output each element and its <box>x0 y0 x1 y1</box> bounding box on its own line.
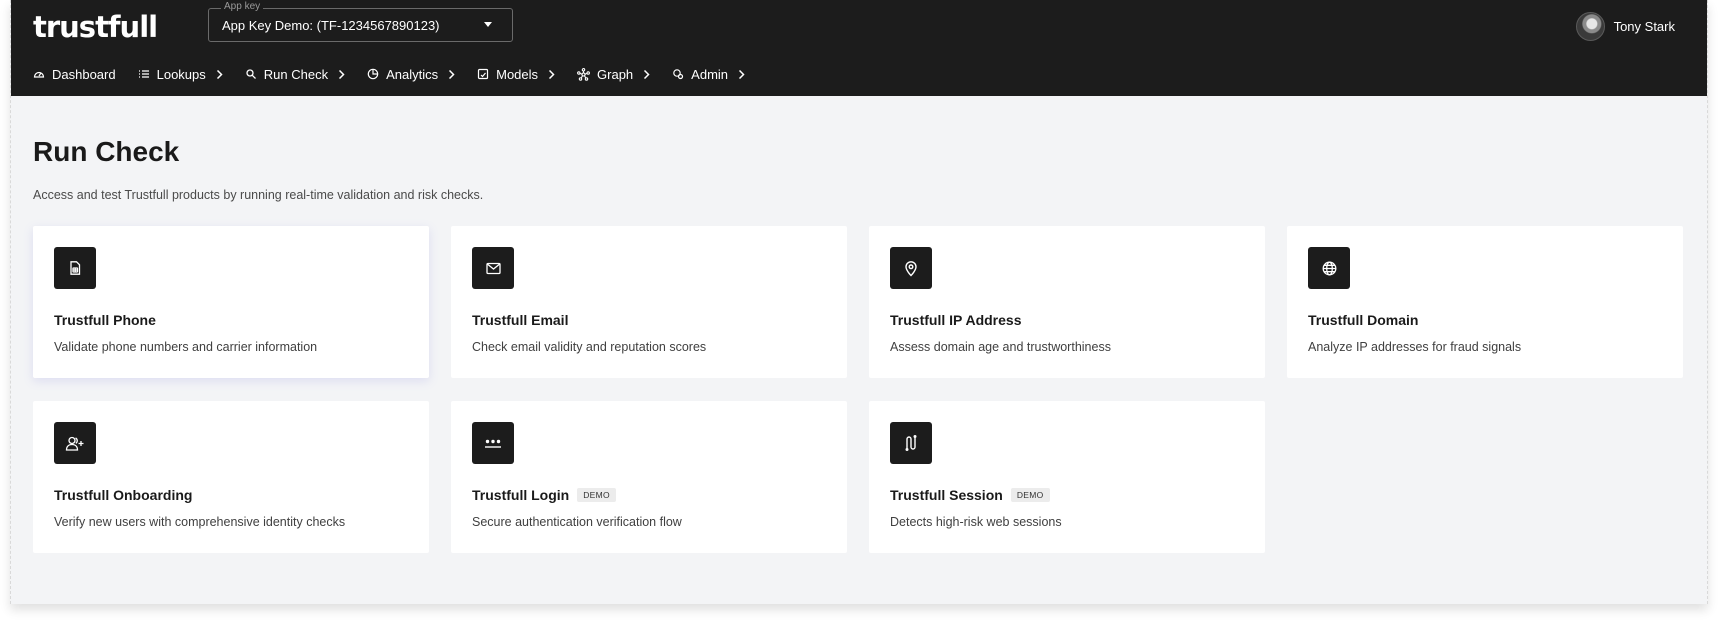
card-icon-tile <box>472 422 514 464</box>
card-title: Trustfull Session DEMO <box>890 487 1050 503</box>
card-title-text: Trustfull Phone <box>54 312 156 328</box>
page-subtitle: Access and test Trustfull products by ru… <box>33 188 484 202</box>
card-icon-tile <box>890 422 932 464</box>
search-icon <box>246 69 256 79</box>
card-description: Validate phone numbers and carrier infor… <box>54 340 318 354</box>
gauge-icon <box>33 71 45 78</box>
brand-logo[interactable]: trustfull <box>33 10 158 44</box>
nav-label: Models <box>496 66 539 82</box>
user-menu[interactable]: Tony Stark <box>1575 11 1675 41</box>
model-icon <box>478 68 489 80</box>
chevron-right-icon <box>739 69 745 79</box>
card-title-text: Trustfull Onboarding <box>54 487 193 503</box>
admin-icon <box>673 69 684 80</box>
card-trustfull-phone[interactable]: Trustfull Phone Validate phone numbers a… <box>33 226 429 378</box>
demo-badge: DEMO <box>577 488 616 502</box>
nav-item-dashboard[interactable]: Dashboard <box>33 67 116 82</box>
chevron-right-icon <box>339 69 345 79</box>
card-title-text: Trustfull Session <box>890 487 1003 503</box>
app-key-label: App key <box>221 1 264 13</box>
nav-item-lookups[interactable]: Lookups <box>138 67 223 82</box>
graph-icon <box>577 67 590 81</box>
card-description: Assess domain age and trustworthiness <box>890 340 1111 354</box>
card-title-text: Trustfull Domain <box>1308 312 1419 328</box>
nav-label: Lookups <box>156 66 206 82</box>
envelope-icon <box>485 262 501 274</box>
card-title: Trustfull Onboarding <box>54 487 192 503</box>
card-title: Trustfull Email <box>472 312 568 328</box>
card-icon-tile <box>472 247 514 289</box>
map-pin-icon <box>905 260 917 276</box>
chevron-right-icon <box>549 69 555 79</box>
globe-icon <box>1322 261 1336 275</box>
card-description: Secure authentication verification flow <box>472 515 682 529</box>
sim-card-icon <box>70 261 81 275</box>
top-bar: trustfull App key App Key Demo: (TF-1234… <box>11 0 1707 96</box>
card-icon-tile <box>1308 247 1350 289</box>
nav-item-graph[interactable]: Graph <box>577 67 650 82</box>
chevron-right-icon <box>449 69 455 79</box>
card-title-text: Trustfull Email <box>472 312 569 328</box>
card-description: Check email validity and reputation scor… <box>472 340 707 354</box>
chevron-right-icon <box>216 69 223 79</box>
card-description: Analyze IP addresses for fraud signals <box>1308 340 1522 354</box>
nav-item-analytics[interactable]: Analytics <box>367 67 455 82</box>
caret-down-icon <box>484 22 492 27</box>
nav-item-run-check[interactable]: Run Check <box>245 67 345 82</box>
user-plus-icon <box>65 436 84 451</box>
nav-label: Admin <box>691 66 729 82</box>
nav-label: Run Check <box>263 66 329 82</box>
user-name: Tony Stark <box>1613 18 1675 34</box>
app-window: trustfull App key App Key Demo: (TF-1234… <box>10 0 1708 604</box>
card-title: Trustfull Login DEMO <box>472 487 616 503</box>
card-trustfull-ip-address[interactable]: Trustfull IP Address Assess domain age a… <box>869 226 1265 378</box>
card-icon-tile <box>890 247 932 289</box>
card-trustfull-login[interactable]: Trustfull Login DEMO Secure authenticati… <box>451 401 847 553</box>
nav-item-models[interactable]: Models <box>477 67 555 82</box>
card-trustfull-domain[interactable]: Trustfull Domain Analyze IP addresses fo… <box>1287 226 1683 378</box>
main-nav: Dashboard Lookups Run Check Analytics Mo… <box>33 66 767 82</box>
app-key-select[interactable]: App key App Key Demo: (TF-1234567890123) <box>208 1 513 42</box>
card-description: Verify new users with comprehensive iden… <box>54 515 346 529</box>
card-title-text: Trustfull Login <box>472 487 570 503</box>
card-icon-tile <box>54 247 96 289</box>
card-title-text: Trustfull IP Address <box>890 312 1022 328</box>
card-trustfull-email[interactable]: Trustfull Email Check email validity and… <box>451 226 847 378</box>
card-description: Detects high-risk web sessions <box>890 515 1062 529</box>
page-title: Run Check <box>33 136 180 167</box>
nav-label: Graph <box>597 66 634 82</box>
card-icon-tile <box>54 422 96 464</box>
card-title: Trustfull Phone <box>54 312 156 328</box>
password-icon <box>485 439 501 448</box>
nav-item-admin[interactable]: Admin <box>672 67 745 82</box>
list-icon <box>138 70 149 78</box>
nav-label: Analytics <box>386 66 439 82</box>
card-title: Trustfull Domain <box>1308 312 1418 328</box>
pie-chart-icon <box>367 68 379 80</box>
demo-badge: DEMO <box>1010 488 1050 502</box>
card-title: Trustfull IP Address <box>890 312 1021 328</box>
app-key-value: App Key Demo: (TF-1234567890123) <box>222 18 440 33</box>
chevron-right-icon <box>644 69 650 79</box>
avatar <box>1575 11 1605 41</box>
card-trustfull-session[interactable]: Trustfull Session DEMO Detects high-risk… <box>869 401 1265 553</box>
route-icon <box>905 435 917 451</box>
nav-label: Dashboard <box>52 66 116 82</box>
card-trustfull-onboarding[interactable]: Trustfull Onboarding Verify new users wi… <box>33 401 429 553</box>
